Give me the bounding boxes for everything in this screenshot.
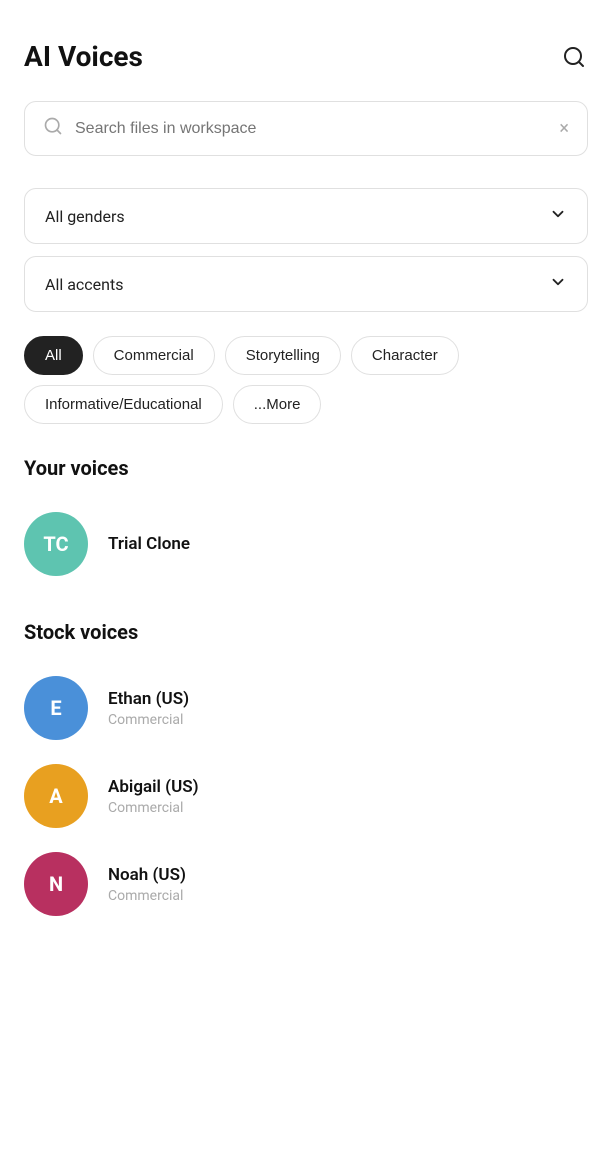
avatar: E <box>24 676 88 740</box>
voice-type: Commercial <box>108 800 199 816</box>
voice-info: Noah (US) Commercial <box>108 865 186 904</box>
tag-commercial[interactable]: Commercial <box>93 336 215 375</box>
accent-dropdown[interactable]: All accents <box>24 256 588 312</box>
search-bar[interactable]: × <box>24 101 588 156</box>
chevron-down-icon <box>549 273 567 295</box>
avatar: TC <box>24 512 88 576</box>
stock-voices-title: Stock voices <box>24 620 588 644</box>
stock-voice-item[interactable]: A Abigail (US) Commercial <box>24 752 588 840</box>
stock-voice-item[interactable]: E Ethan (US) Commercial <box>24 664 588 752</box>
voice-name: Trial Clone <box>108 534 190 554</box>
page-title: AI Voices <box>24 40 143 73</box>
your-voice-item[interactable]: TC Trial Clone <box>24 500 588 588</box>
filters: All genders All accents <box>24 188 588 312</box>
voice-name: Ethan (US) <box>108 689 189 709</box>
tag-more[interactable]: ...More <box>233 385 322 424</box>
stock-voice-item[interactable]: N Noah (US) Commercial <box>24 840 588 928</box>
clear-icon[interactable]: × <box>559 118 569 139</box>
voice-info: Trial Clone <box>108 534 190 554</box>
tag-all[interactable]: All <box>24 336 83 375</box>
tag-informative[interactable]: Informative/Educational <box>24 385 223 424</box>
header: AI Voices <box>24 40 588 73</box>
your-voices-title: Your voices <box>24 456 588 480</box>
tag-storytelling[interactable]: Storytelling <box>225 336 341 375</box>
search-header-icon[interactable] <box>560 43 588 71</box>
your-voices-section: Your voices TC Trial Clone <box>24 456 588 588</box>
gender-dropdown[interactable]: All genders <box>24 188 588 244</box>
avatar: A <box>24 764 88 828</box>
voice-type: Commercial <box>108 888 186 904</box>
search-icon <box>43 116 63 141</box>
voice-type: Commercial <box>108 712 189 728</box>
category-tags: All Commercial Storytelling Character Inform… <box>24 336 588 424</box>
accent-label: All accents <box>45 275 123 294</box>
voice-name: Noah (US) <box>108 865 186 885</box>
voice-info: Abigail (US) Commercial <box>108 777 199 816</box>
chevron-down-icon <box>549 205 567 227</box>
gender-label: All genders <box>45 207 125 226</box>
voice-name: Abigail (US) <box>108 777 199 797</box>
search-input[interactable] <box>75 120 559 138</box>
avatar: N <box>24 852 88 916</box>
stock-voices-section: Stock voices E Ethan (US) Commercial A A… <box>24 620 588 928</box>
voice-info: Ethan (US) Commercial <box>108 689 189 728</box>
tag-character[interactable]: Character <box>351 336 459 375</box>
